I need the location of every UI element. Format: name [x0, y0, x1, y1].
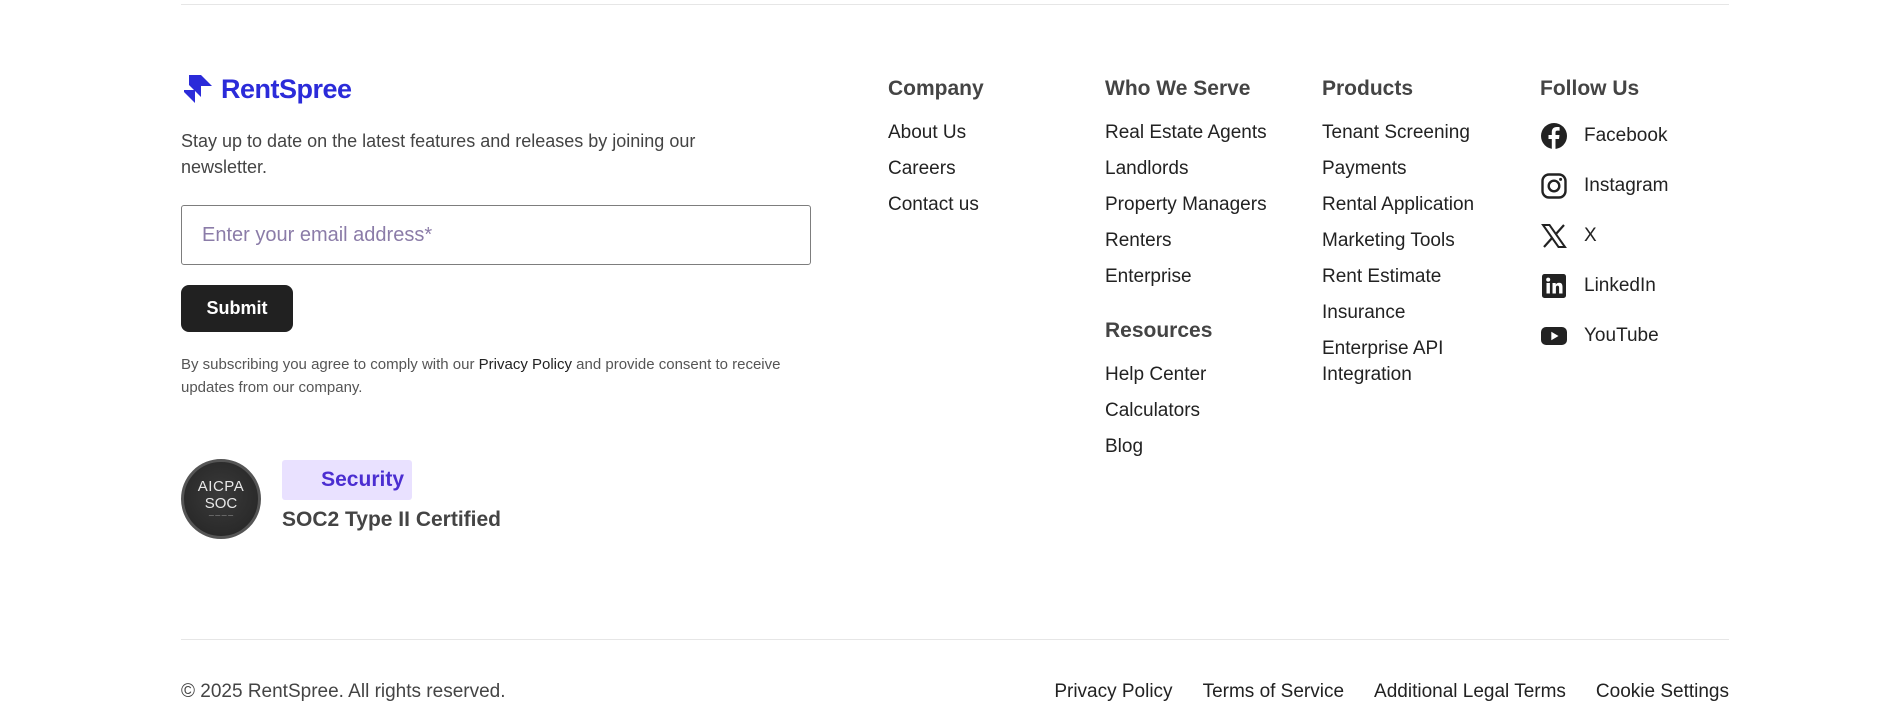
follow-us-heading: Follow Us [1540, 77, 1640, 100]
products-link-marketing-tools[interactable]: Marketing Tools [1322, 228, 1502, 254]
rentspree-logo-icon [184, 75, 212, 103]
soc2-certified-label: SOC2 Type II Certified [282, 508, 501, 531]
aicpa-soc-badge: AICPA SOC — — — — [181, 459, 261, 539]
products-heading: Products [1322, 77, 1414, 100]
legal-link-terms-of-service[interactable]: Terms of Service [1203, 681, 1344, 703]
x-icon [1541, 224, 1567, 248]
company-link-about[interactable]: About Us [888, 120, 984, 146]
social-label-x: X [1584, 225, 1597, 246]
legal-link-privacy-policy[interactable]: Privacy Policy [1054, 681, 1172, 703]
top-divider [181, 4, 1729, 5]
company-link-careers[interactable]: Careers [888, 156, 984, 182]
products-link-payments[interactable]: Payments [1322, 156, 1502, 182]
facebook-icon [1541, 123, 1567, 149]
social-label-linkedin: LinkedIn [1584, 275, 1656, 296]
products-link-rental-application[interactable]: Rental Application [1322, 192, 1502, 218]
legal-link-cookie-settings[interactable]: Cookie Settings [1596, 681, 1729, 703]
newsletter-description: Stay up to date on the latest features a… [181, 131, 696, 177]
resources-link-help[interactable]: Help Center [1105, 362, 1212, 388]
resources-heading: Resources [1105, 319, 1213, 342]
social-link-facebook[interactable]: Facebook [1540, 120, 1668, 152]
products-link-tenant-screening[interactable]: Tenant Screening [1322, 120, 1502, 146]
social-label-instagram: Instagram [1584, 175, 1669, 196]
submit-button[interactable]: Submit [181, 285, 293, 332]
security-tag: Security [282, 460, 412, 500]
linkedin-icon [1542, 274, 1566, 298]
company-link-contact[interactable]: Contact us [888, 192, 984, 218]
brand-logo[interactable]: RentSpree [181, 72, 352, 106]
brand-name: RentSpree [221, 73, 352, 104]
products-link-insurance[interactable]: Insurance [1322, 300, 1502, 326]
who-link-enterprise[interactable]: Enterprise [1105, 264, 1267, 290]
resources-column: Resources Help Center Calculators Blog [1105, 318, 1212, 470]
resources-link-calculators[interactable]: Calculators [1105, 398, 1212, 424]
instagram-icon [1541, 173, 1567, 199]
legal-link-additional-legal-terms[interactable]: Additional Legal Terms [1374, 681, 1566, 703]
company-column: Company About Us Careers Contact us [888, 76, 984, 228]
legal-links: Privacy Policy Terms of Service Addition… [1054, 681, 1729, 703]
youtube-icon [1541, 327, 1567, 345]
social-label-facebook: Facebook [1584, 125, 1668, 146]
follow-us-column: Follow Us Facebook Instagram X LinkedIn [1540, 76, 1668, 370]
social-label-youtube: YouTube [1584, 325, 1659, 346]
social-link-x[interactable]: X [1540, 220, 1668, 252]
who-link-renters[interactable]: Renters [1105, 228, 1267, 254]
resources-link-blog[interactable]: Blog [1105, 434, 1212, 460]
who-link-property-managers[interactable]: Property Managers [1105, 192, 1267, 218]
products-link-rent-estimate[interactable]: Rent Estimate [1322, 264, 1502, 290]
company-heading: Company [888, 77, 984, 100]
consent-before: By subscribing you agree to comply with … [181, 356, 479, 373]
soc-badge-line1: AICPA [197, 478, 245, 495]
bottom-divider [181, 639, 1729, 640]
who-we-serve-heading: Who We Serve [1105, 77, 1251, 100]
soc-badge-line2: SOC [204, 495, 238, 512]
products-column: Products Tenant Screening Payments Renta… [1322, 76, 1502, 398]
social-link-linkedin[interactable]: LinkedIn [1540, 270, 1668, 302]
who-link-agents[interactable]: Real Estate Agents [1105, 120, 1267, 146]
social-link-youtube[interactable]: YouTube [1540, 320, 1668, 352]
consent-privacy-link[interactable]: Privacy Policy [479, 356, 572, 373]
products-link-enterprise-api[interactable]: Enterprise API Integration [1322, 336, 1502, 388]
email-input[interactable] [181, 205, 811, 265]
consent-text: By subscribing you agree to comply with … [181, 353, 801, 399]
social-link-instagram[interactable]: Instagram [1540, 170, 1668, 202]
soc-badge-fineprint: — — — — [208, 513, 234, 519]
copyright-text: © 2025 RentSpree. All rights reserved. [181, 681, 506, 702]
who-we-serve-column: Who We Serve Real Estate Agents Landlord… [1105, 76, 1267, 300]
who-link-landlords[interactable]: Landlords [1105, 156, 1267, 182]
